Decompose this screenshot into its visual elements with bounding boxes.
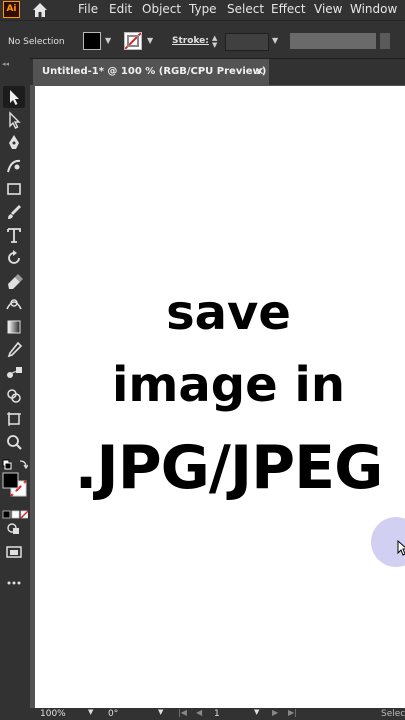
edit-toolbar-icon[interactable] xyxy=(3,572,25,594)
menu-window[interactable]: Window xyxy=(350,2,397,16)
rotation-value[interactable]: 0° xyxy=(108,709,118,719)
mouse-cursor-icon xyxy=(397,539,405,556)
first-artboard-icon[interactable]: |◀ xyxy=(178,708,187,717)
document-tab-bar: Untitled-1* @ 100 % (RGB/CPU Preview) ✕ xyxy=(0,58,405,85)
pen-tool-icon[interactable] xyxy=(3,132,25,154)
document-tab[interactable]: Untitled-1* @ 100 % (RGB/CPU Preview) ✕ xyxy=(33,59,269,85)
menu-view[interactable]: View xyxy=(314,2,342,16)
status-bar: 100% ▼ 0° ▼ |◀ ◀ 1 ▼ ▶ ▶| Selec xyxy=(0,708,405,720)
selection-status: No Selection xyxy=(8,37,65,47)
selection-tool-icon[interactable] xyxy=(3,86,25,108)
home-icon[interactable] xyxy=(30,1,50,19)
stroke-stepper-icon[interactable]: ▲ ▼ xyxy=(212,35,221,49)
artboard-text-line-1[interactable]: save xyxy=(0,285,405,341)
panel-collapse-icon[interactable]: ◂◂ xyxy=(2,60,9,68)
zoom-dropdown-icon[interactable]: ▼ xyxy=(88,708,93,716)
profile-dropdown-icon[interactable] xyxy=(380,33,390,49)
fill-dropdown-icon[interactable]: ▼ xyxy=(105,36,111,45)
color-mode-buttons[interactable] xyxy=(2,505,29,519)
rectangle-tool-icon[interactable] xyxy=(3,178,25,200)
menu-select[interactable]: Select xyxy=(227,2,264,16)
document-tab-title: Untitled-1* @ 100 % (RGB/CPU Preview) xyxy=(42,66,267,77)
stroke-label[interactable]: Stroke: xyxy=(172,36,209,46)
draw-mode-icon[interactable] xyxy=(3,518,25,540)
artboard-text-line-3[interactable]: .JPG/JPEG xyxy=(0,433,405,503)
app-logo: Ai xyxy=(3,1,20,18)
menu-file[interactable]: File xyxy=(78,2,98,16)
menu-edit[interactable]: Edit xyxy=(109,2,132,16)
curvature-tool-icon[interactable] xyxy=(3,155,25,177)
menu-object[interactable]: Object xyxy=(142,2,181,16)
status-tool-label: Selec xyxy=(381,709,405,719)
artboard-number[interactable]: 1 xyxy=(214,709,220,719)
rotate-tool-icon[interactable] xyxy=(3,247,25,269)
stroke-weight-dropdown-icon[interactable]: ▼ xyxy=(272,36,278,45)
rotation-dropdown-icon[interactable]: ▼ xyxy=(158,708,163,716)
menu-effect[interactable]: Effect xyxy=(271,2,306,16)
screen-mode-icon[interactable] xyxy=(3,541,25,563)
next-artboard-icon[interactable]: ▶ xyxy=(272,708,278,717)
zoom-level[interactable]: 100% xyxy=(40,709,66,719)
close-tab-icon[interactable]: ✕ xyxy=(255,65,264,78)
menu-bar: Ai File Edit Object Type Select Effect V… xyxy=(0,0,405,20)
control-bar: No Selection ▼ ▼ Stroke: ▲ ▼ ▼ xyxy=(0,20,405,59)
type-tool-icon[interactable] xyxy=(3,224,25,246)
paintbrush-tool-icon[interactable] xyxy=(3,201,25,223)
artboard-dropdown-icon[interactable]: ▼ xyxy=(254,708,259,716)
artboard-text-line-2[interactable]: image in xyxy=(0,357,405,413)
stroke-swatch[interactable] xyxy=(124,32,142,50)
stroke-weight-field[interactable] xyxy=(225,33,269,51)
fill-swatch[interactable] xyxy=(83,32,101,50)
previous-artboard-icon[interactable]: ◀ xyxy=(196,708,202,717)
direct-selection-tool-icon[interactable] xyxy=(3,109,25,131)
last-artboard-icon[interactable]: ▶| xyxy=(288,708,297,717)
menu-type[interactable]: Type xyxy=(189,2,217,16)
variable-width-profile[interactable] xyxy=(290,33,376,49)
stroke-dropdown-icon[interactable]: ▼ xyxy=(147,36,153,45)
